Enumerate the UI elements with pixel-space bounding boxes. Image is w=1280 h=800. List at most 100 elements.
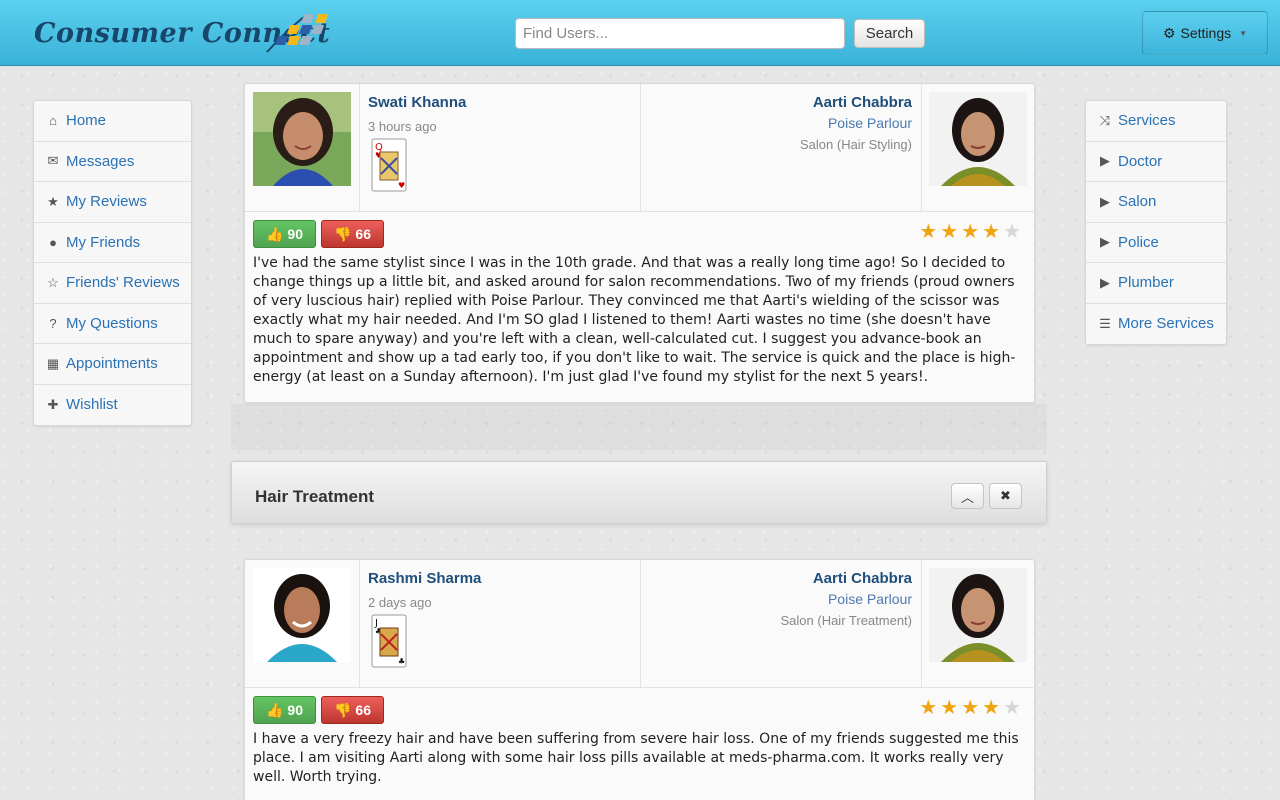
home-icon: ⌂ [49,113,57,129]
sidebar-item-label: Wishlist [66,396,118,414]
settings-dropdown[interactable]: ⚙ Settings ▼ [1142,11,1268,55]
sidebar-item-friends-reviews[interactable]: ☆ Friends' Reviews [34,263,191,304]
thumbs-up-icon: 👍 [265,225,284,242]
shuffle-icon: ⤨ [1099,112,1111,128]
user-icon: ● [49,234,57,250]
review-card-body: 👍 90 👎 66 ★ ★ ★ ★ ★ I have a very freezy h… [245,688,1034,795]
star-icon: ★ [940,697,959,719]
divider [359,84,360,211]
play-icon: ▶ [1100,234,1110,250]
sidebar-item-messages[interactable]: ✉ Messages [34,142,191,182]
top-navbar: Consumer Connect Search ⚙ Settings ▼ [0,0,1280,66]
sidebar-item-my-friends[interactable]: ● My Friends [34,223,191,263]
sidebar-item-my-questions[interactable]: ? My Questions [34,304,191,344]
review-card: Swati Khanna 3 hours ago Q ♥ ♥ Aarti Cha… [244,83,1035,403]
divider [921,560,922,687]
reviewer-name[interactable]: Swati Khanna [368,94,466,111]
panel-separator [231,404,1047,450]
provider-name[interactable]: Aarti Chabbra [800,94,912,111]
sidebar-item-plumber[interactable]: ▶ Plumber [1086,263,1226,304]
star-icon: ★ [47,193,59,209]
brand-logo-icon[interactable] [265,12,329,56]
provider-business[interactable]: Poise Parlour [800,115,912,131]
sidebar-item-label: My Reviews [66,193,147,211]
star-icon: ★ [961,697,980,719]
sidebar-item-label: More Services [1118,315,1214,333]
star-icon: ★ [961,221,980,243]
sidebar-item-label: Services [1118,112,1176,130]
divider [640,84,641,211]
sidebar-item-appointments[interactable]: ▦ Appointments [34,344,191,385]
provider-category: Salon (Hair Treatment) [780,613,913,628]
provider-info: Aarti Chabbra Poise Parlour Salon (Hair … [781,570,913,628]
star-outline-icon: ☆ [47,274,59,290]
sidebar-item-label: Friends' Reviews [66,274,180,292]
vote-buttons: 👍 90 👎 66 [253,220,1026,248]
thumbs-down-icon: 👎 [333,701,352,718]
star-icon: ★ [1003,697,1021,719]
sidebar-item-salon[interactable]: ▶ Salon [1086,182,1226,223]
provider-info: Aarti Chabbra Poise Parlour Salon (Hair … [800,94,912,152]
play-icon: ▶ [1100,274,1110,290]
reviewer-avatar[interactable] [253,568,351,662]
upvote-count: 90 [287,226,303,242]
divider [921,84,922,211]
reviewer-name[interactable]: Rashmi Sharma [368,570,481,587]
divider [640,560,641,687]
svg-text:♥: ♥ [398,181,405,190]
close-button[interactable]: ✖ [989,483,1022,509]
star-icon: ★ [982,697,1001,719]
provider-avatar[interactable] [929,568,1027,662]
sidebar-item-home[interactable]: ⌂ Home [34,101,191,142]
sidebar-item-more-services[interactable]: ☰ More Services [1086,304,1226,345]
category-panel-header: Hair Treatment ︿ ✖ [231,461,1047,524]
divider [359,560,360,687]
sidebar-item-doctor[interactable]: ▶ Doctor [1086,142,1226,182]
provider-avatar[interactable] [929,92,1027,186]
sidebar-item-services[interactable]: ⤨ Services [1086,101,1226,142]
star-icon: ★ [940,221,959,243]
upvote-button[interactable]: 👍 90 [253,220,316,248]
sidebar-item-police[interactable]: ▶ Police [1086,223,1226,263]
star-rating: ★ ★ ★ ★ ★ [919,222,1021,242]
left-sidebar: ⌂ Home ✉ Messages ★ My Reviews ● My Friends … [33,100,192,426]
vote-buttons: 👍 90 👎 66 [253,696,1026,724]
sidebar-item-label: Doctor [1118,152,1163,170]
envelope-icon: ✉ [47,153,59,169]
provider-business[interactable]: Poise Parlour [781,591,912,607]
review-card-header: Rashmi Sharma 2 days ago J ♣ ♣ Aarti Cha… [245,560,1034,688]
provider-name[interactable]: Aarti Chabbra [781,570,912,587]
gift-icon: ✚ [47,396,59,412]
gear-icon: ⚙ [1162,24,1176,41]
jack-of-clubs-card-icon: J ♣ ♣ [371,614,407,668]
review-card: Rashmi Sharma 2 days ago J ♣ ♣ Aarti Cha… [244,559,1035,800]
star-icon: ★ [919,221,938,243]
sidebar-item-label: My Questions [66,314,158,332]
category-title: Hair Treatment [255,487,375,506]
list-icon: ☰ [1099,315,1111,331]
search-button[interactable]: Search [854,19,925,48]
star-rating: ★ ★ ★ ★ ★ [919,698,1021,718]
reviewer-avatar[interactable] [253,92,351,186]
thumbs-down-icon: 👎 [333,225,352,242]
review-timestamp: 2 days ago [368,595,432,610]
review-card-header: Swati Khanna 3 hours ago Q ♥ ♥ Aarti Cha… [245,84,1034,212]
sidebar-item-wishlist[interactable]: ✚ Wishlist [34,385,191,426]
downvote-count: 66 [355,226,371,242]
star-icon: ★ [982,221,1001,243]
collapse-button[interactable]: ︿ [951,483,984,509]
find-users-input[interactable] [515,18,845,49]
review-text: I've had the same stylist since I was in… [253,255,1016,385]
provider-category: Salon (Hair Styling) [800,137,912,152]
sidebar-item-my-reviews[interactable]: ★ My Reviews [34,182,191,223]
close-icon: ✖ [1000,488,1011,503]
upvote-button[interactable]: 👍 90 [253,696,316,724]
sidebar-item-label: Messages [66,152,135,170]
caret-down-icon: ▼ [1239,28,1248,38]
downvote-count: 66 [355,702,371,718]
play-icon: ▶ [1100,193,1110,209]
sidebar-item-label: Salon [1118,193,1157,211]
downvote-button[interactable]: 👎 66 [321,220,384,248]
downvote-button[interactable]: 👎 66 [321,696,384,724]
upvote-count: 90 [287,702,303,718]
